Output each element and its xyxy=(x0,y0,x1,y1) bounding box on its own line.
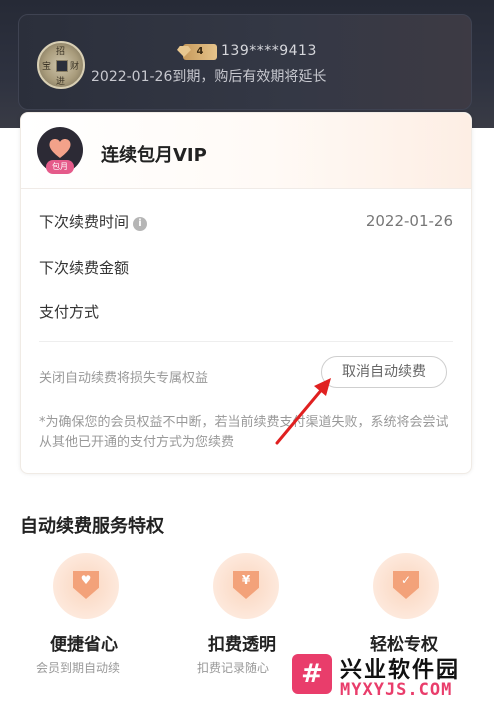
next-renew-time-label: 下次续费时间 i xyxy=(39,211,148,232)
member-info-card: 招 宝 财 进 4 139****9413 2022-01-26到期，购后有效期… xyxy=(18,14,472,110)
next-renew-time-value: 2022-01-26 xyxy=(365,212,453,230)
plan-title: 连续包月VIP xyxy=(101,145,207,166)
coin-glyph-right: 财 xyxy=(70,62,80,72)
transparent-billing-icon[interactable]: ¥ xyxy=(213,553,279,619)
info-icon[interactable]: i xyxy=(133,217,148,231)
payment-method-label: 支付方式 xyxy=(39,303,100,321)
coin-avatar[interactable]: 招 宝 财 进 xyxy=(37,41,85,89)
renewal-note: *为确保您的会员权益不中断，若当前续费支付渠道失败，系统将会尝试从其他已开通的支… xyxy=(39,415,449,450)
heart-icon xyxy=(48,137,72,159)
heart-glyph: ♥ xyxy=(80,573,92,587)
privileges-section-title: 自动续费服务特权 xyxy=(20,516,164,537)
watermark-url: MYXYJS.COM xyxy=(340,680,453,700)
plan-header: 包月 连续包月VIP xyxy=(21,113,471,189)
level-badge: 4 xyxy=(177,44,217,60)
easy-privilege-icon[interactable]: ✓ xyxy=(373,553,439,619)
convenient-icon[interactable]: ♥ xyxy=(53,553,119,619)
diamond-icon xyxy=(177,46,191,57)
monthly-tag: 包月 xyxy=(46,160,74,174)
phone-number: 139****9413 xyxy=(221,43,317,59)
coin-glyph-left: 宝 xyxy=(42,62,52,72)
privilege-desc: 会员到期自动续 xyxy=(36,661,121,675)
privilege-name: 扣费透明 xyxy=(208,635,276,655)
watermark: # 兴业软件园 MYXYJS.COM xyxy=(288,650,494,713)
coin-glyph-top: 招 xyxy=(56,47,66,57)
check-glyph: ✓ xyxy=(400,573,412,587)
cancel-warning-text: 关闭自动续费将损失专属权益 xyxy=(39,371,209,386)
expiry-text: 2022-01-26到期，购后有效期将延长 xyxy=(91,69,327,85)
next-renew-amount-label: 下次续费金额 xyxy=(39,259,130,277)
auto-renew-card: 包月 连续包月VIP 下次续费时间 i 2022-01-26 下次续费金额 支付方… xyxy=(20,112,472,474)
yen-glyph: ¥ xyxy=(241,573,251,587)
next-renew-time-text: 下次续费时间 xyxy=(39,213,130,231)
coin-glyph-bottom: 进 xyxy=(56,77,66,87)
watermark-logo-icon: # xyxy=(292,654,332,694)
privilege-name: 便捷省心 xyxy=(50,635,118,655)
cancel-auto-renew-button[interactable]: 取消自动续费 xyxy=(321,356,447,388)
privilege-desc: 扣费记录随心 xyxy=(197,661,270,675)
monthly-vip-icon: 包月 xyxy=(37,127,83,174)
level-number: 4 xyxy=(196,46,204,57)
divider xyxy=(39,341,453,342)
